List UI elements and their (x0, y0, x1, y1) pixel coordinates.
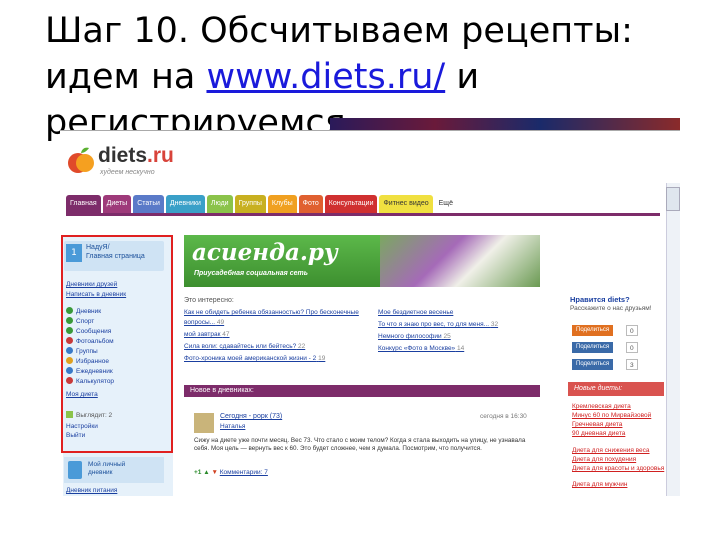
link-settings[interactable]: Настройки (66, 423, 98, 430)
nav-tab-consult[interactable]: Консультации (324, 195, 378, 213)
nav-tab-fitness[interactable]: Фитнес видео (379, 195, 433, 213)
share-count: 0 (626, 325, 638, 336)
new-diets-header: Новые диеты: (568, 382, 664, 396)
link-friends-diaries[interactable]: Дневники друзей (66, 281, 117, 288)
menu-sport[interactable]: Спорт (66, 317, 94, 325)
post-avatar[interactable] (194, 413, 214, 433)
topic-link[interactable]: То что я знаю про вес, то для меня... 32 (378, 321, 498, 328)
like-header: Нравится diets? (570, 295, 630, 304)
banner-flowers-image (380, 235, 540, 287)
diet-link[interactable]: Кремлевская диета (572, 403, 631, 410)
diet-link[interactable]: Диета для мужчин (572, 481, 627, 488)
promo-line1: Мой личный (88, 461, 126, 468)
topic-link[interactable]: вопросы... 49 (184, 319, 224, 326)
menu-calculator[interactable]: Калькулятор (66, 377, 114, 385)
share-button[interactable]: Поделиться (572, 325, 614, 336)
vote-plus[interactable]: +1 (194, 469, 201, 476)
share-count: 3 (626, 359, 638, 370)
photo-icon (66, 337, 73, 344)
interesting-header: Это интересно: (184, 297, 234, 304)
like-subtitle: Расскажите о нас друзьям! (570, 305, 652, 312)
groups-icon (66, 347, 73, 354)
planner-icon (66, 367, 73, 374)
nav-tab-groups[interactable]: Группы (234, 195, 266, 213)
topic-link[interactable]: Фото-хроника моей американской жизни - 2… (184, 355, 325, 362)
menu-planner[interactable]: Ежедневник (66, 367, 113, 375)
weight-info: Выглядит: 2 (66, 411, 112, 419)
menu-groups[interactable]: Группы (66, 347, 98, 355)
diet-link[interactable]: Диета для снижения веса (572, 447, 650, 454)
user-name[interactable]: НадуЯ/ Главная страница (86, 243, 162, 261)
nav-tab-clubs[interactable]: Клубы (267, 195, 297, 213)
topic-link[interactable]: Немного философии 25 (378, 333, 451, 340)
share-button[interactable]: Поделиться (572, 342, 614, 353)
scrollbar[interactable] (666, 183, 680, 496)
menu-messages[interactable]: Сообщения (66, 327, 111, 335)
post-title[interactable]: Сегодня - рорк (73) (220, 413, 282, 420)
menu-diary[interactable]: Дневник (66, 307, 101, 315)
nav-tab-home[interactable]: Главная (66, 195, 101, 213)
diet-link[interactable]: 90 дневная диета (572, 430, 625, 437)
menu-photo[interactable]: Фотоальбом (66, 337, 114, 345)
link-write-diary[interactable]: Написать в дневник (66, 291, 126, 298)
thumb-down-icon[interactable]: ▼ (211, 469, 217, 476)
post-text: Сижу на диете уже почти месяц. Вес 73. Ч… (194, 437, 526, 452)
main-nav: Главная Диеты Статьи Дневники Люди Групп… (66, 195, 666, 213)
calculator-icon (66, 377, 73, 384)
topic-link[interactable]: Как не обидеть ребенка обязанностью? Про… (184, 309, 359, 316)
user-level-badge: 1 (66, 244, 82, 262)
apple-icon (68, 147, 94, 173)
post-author[interactable]: Наталья (220, 423, 245, 430)
diet-link[interactable]: Минус 60 по Мирвайзовой (572, 412, 651, 419)
share-count: 0 (626, 342, 638, 353)
link-my-diet[interactable]: Моя диета (66, 391, 98, 398)
logo-tagline: худеем нескучно (100, 169, 155, 176)
ad-banner[interactable]: асиенда.ру Приусадебная социальная сеть (184, 235, 540, 287)
post-date: сегодня в 16:30 (480, 413, 527, 420)
diary-promo-icon (68, 461, 82, 479)
nav-tab-diets[interactable]: Диеты (102, 195, 132, 213)
share-button[interactable]: Поделиться (572, 359, 614, 370)
topic-link[interactable]: Конкурс «Фото в Москве» 14 (378, 345, 464, 352)
nav-tab-more[interactable]: Ещё (434, 195, 457, 213)
star-icon (66, 357, 73, 364)
diets-link[interactable]: www.diets.ru/ (206, 57, 445, 97)
topic-link[interactable]: мой завтрак 47 (184, 331, 230, 338)
diet-link[interactable]: Гречневая диета (572, 421, 622, 428)
thumb-up-icon[interactable]: ▲ (203, 469, 209, 476)
promo-line2: дневник (88, 469, 113, 476)
diary-promo[interactable]: Мой личный дневник (64, 457, 164, 483)
nav-tab-articles[interactable]: Статьи (133, 195, 164, 213)
nav-tab-people[interactable]: Люди (206, 195, 233, 213)
topic-link[interactable]: Мое бездиетное весенье (378, 309, 453, 316)
banner-title: асиенда.ру (192, 239, 338, 266)
banner-subtitle: Приусадебная социальная сеть (194, 270, 308, 277)
comments-link[interactable]: Комментарии: 7 (220, 469, 268, 476)
website-screenshot: diets.ru худеем нескучно Главная Диеты С… (60, 130, 680, 496)
diary-icon (66, 307, 73, 314)
nav-tab-diaries[interactable]: Дневники (165, 195, 205, 213)
sport-icon (66, 317, 73, 324)
diet-link[interactable]: Диета для похудения (572, 456, 636, 463)
site-logo[interactable]: diets.ru худеем нескучно (66, 141, 186, 181)
chart-icon (66, 411, 73, 418)
topic-link[interactable]: Сила воли: сдавайтесь или бейтесь? 22 (184, 343, 305, 350)
link-logout[interactable]: Выйти (66, 432, 85, 439)
diet-link[interactable]: Диета для красоты и здоровья (572, 465, 664, 472)
scroll-thumb[interactable] (666, 187, 680, 211)
diaries-header: Новое в дневниках: (184, 385, 540, 397)
menu-favorites[interactable]: Избранное (66, 357, 109, 365)
nav-tab-photo[interactable]: Фото (298, 195, 323, 213)
nav-underline (66, 213, 660, 216)
messages-icon (66, 327, 73, 334)
post-footer: +1 ▲ ▼ Комментарии: 7 (194, 469, 268, 476)
logo-text: diets.ru (98, 144, 174, 167)
link-food-diary[interactable]: Дневник питания (66, 487, 117, 494)
